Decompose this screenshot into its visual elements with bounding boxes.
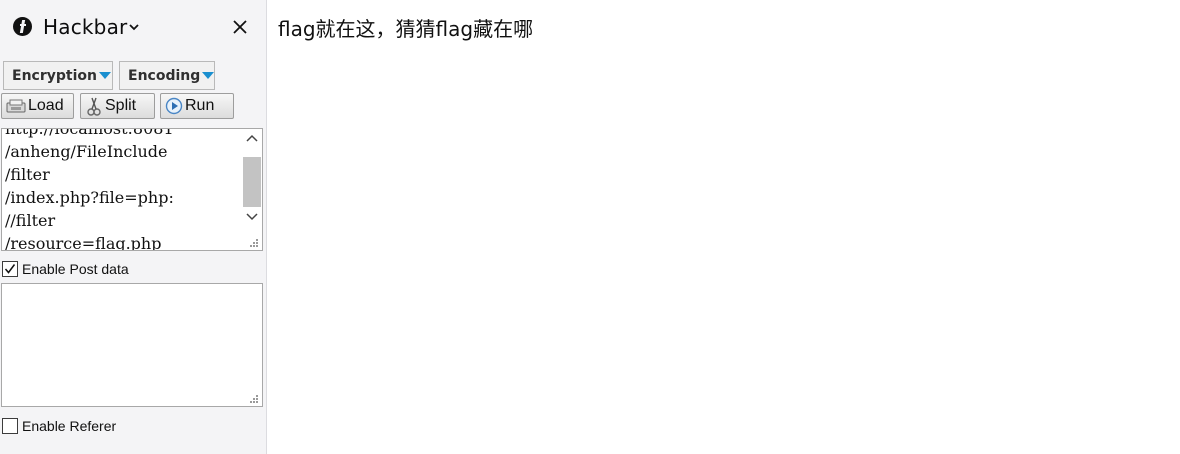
encoding-label: Encoding [128,67,201,84]
scroll-down-icon[interactable] [246,213,258,221]
close-icon[interactable] [233,20,247,34]
enable-post-data-row[interactable]: Enable Post data [2,260,129,278]
hackbar-sidebar: Hackbar Encryption Encoding Load Split R… [0,0,267,454]
enable-referer-label: Enable Referer [22,418,117,434]
url-text: http://localhost:8081 /anheng/FileInclud… [5,128,174,251]
encryption-menu-button[interactable]: Encryption [3,61,113,90]
hackbar-logo-icon [13,17,32,36]
load-button[interactable]: Load [1,93,74,119]
enable-referer-row[interactable]: Enable Referer [2,417,116,435]
encryption-label: Encryption [12,67,97,84]
hackbar-header: Hackbar [0,0,266,54]
split-icon [87,97,101,116]
chevron-down-icon[interactable] [129,23,139,31]
run-icon [165,97,183,115]
scrollbar-thumb[interactable] [243,157,261,207]
enable-referer-checkbox[interactable] [2,418,18,434]
page-content-text: flag就在这，猜猜flag藏在哪 [278,17,534,41]
enable-post-data-label: Enable Post data [22,261,129,277]
load-icon [6,99,26,113]
load-label: Load [28,97,64,114]
scroll-up-icon[interactable] [246,134,258,142]
run-label: Run [185,97,215,114]
checkmark-icon [4,264,16,274]
dropdown-arrow-icon [98,72,111,79]
split-button[interactable]: Split [80,93,155,119]
enable-post-data-checkbox[interactable] [2,261,18,277]
resize-grip-icon[interactable] [249,238,259,248]
url-textarea[interactable]: http://localhost:8081 /anheng/FileInclud… [1,128,263,251]
run-button[interactable]: Run [160,93,234,119]
hackbar-title[interactable]: Hackbar [43,15,127,39]
url-scrollbar[interactable] [242,129,262,236]
resize-grip-icon[interactable] [249,394,259,404]
split-label: Split [105,97,137,114]
post-data-textarea[interactable] [1,283,263,407]
dropdown-arrow-icon [202,72,215,79]
encoding-menu-button[interactable]: Encoding [119,61,215,90]
